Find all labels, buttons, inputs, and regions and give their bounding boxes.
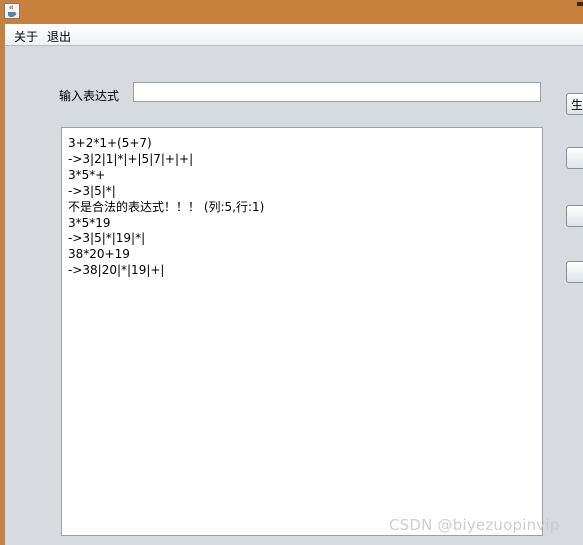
watermark: CSDN @biyezuopinvip <box>389 516 560 534</box>
output-line: ->3|5|*|19|*| <box>68 231 146 246</box>
generate-button[interactable]: 生 <box>566 93 583 115</box>
side-button-4[interactable] <box>566 261 583 283</box>
menu-exit[interactable]: 退出 <box>47 28 71 45</box>
output-line: 38*20+19 <box>68 247 130 262</box>
output-line: ->38|20|*|19|+| <box>68 263 165 278</box>
menu-bar: 关于 退出 <box>5 24 583 46</box>
java-coffee-icon <box>4 3 20 19</box>
output-line: 3+2*1+(5+7) <box>68 136 152 150</box>
side-button-3[interactable] <box>566 205 583 227</box>
side-button-2[interactable] <box>566 147 583 169</box>
output-line: 不是合法的表达式！！！ (列:5,行:1) <box>68 199 265 214</box>
menu-about[interactable]: 关于 <box>14 28 38 45</box>
expression-input[interactable] <box>133 82 541 102</box>
window-control-icon[interactable] <box>577 2 583 6</box>
output-line: 3*5*19 <box>68 215 111 230</box>
output-line: ->3|5|*| <box>68 183 116 198</box>
output-text-area[interactable]: 3+2*1+(5+7) ->3|2|1|*|+|5|7|+|+| 3*5*+ -… <box>61 127 543 536</box>
output-line: ->3|2|1|*|+|5|7|+|+| <box>68 151 194 166</box>
expression-label: 输入表达式 <box>59 89 120 103</box>
output-line: 3*5*+ <box>68 167 106 182</box>
window-title-bar <box>0 0 583 24</box>
